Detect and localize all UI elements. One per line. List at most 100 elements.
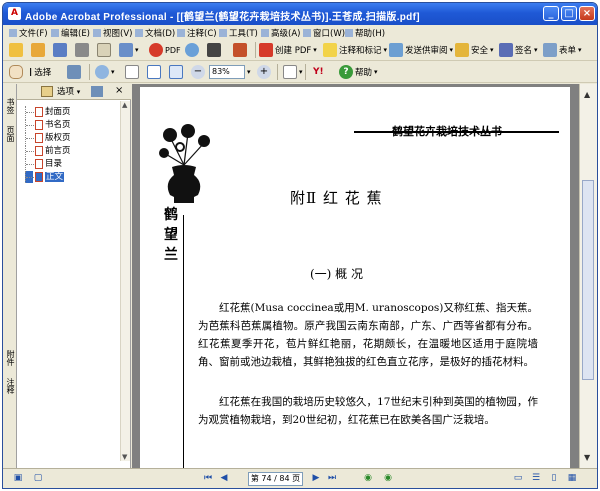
document-status-icon[interactable]: ▢: [31, 472, 45, 485]
menu-advanced[interactable]: 高级(A): [261, 27, 300, 39]
continuous-facing-icon[interactable]: ▦: [565, 472, 579, 485]
comment-markup-button[interactable]: 注释和标记 ▾: [323, 42, 387, 58]
dropdown-arrow-icon: ▾: [449, 46, 454, 54]
monitor-icon[interactable]: ▣: [11, 472, 25, 485]
organizer-button[interactable]: [31, 42, 47, 58]
zoom-tool-button[interactable]: ▾: [95, 64, 115, 80]
last-page-button[interactable]: ⏭: [325, 472, 339, 485]
scroll-thumb[interactable]: [582, 180, 594, 380]
send-review-button[interactable]: 发送供审阅 ▾: [389, 42, 453, 58]
rotate-button[interactable]: ▾: [283, 64, 303, 80]
previous-page-button[interactable]: ◀: [217, 472, 231, 485]
menu-icon: [345, 29, 353, 37]
export-icon: [233, 43, 247, 57]
document-scrollbar[interactable]: ▲ ▼: [579, 84, 597, 468]
fit-page-icon: [147, 65, 161, 79]
facing-icon[interactable]: ▯: [547, 472, 561, 485]
open-button[interactable]: [9, 42, 25, 58]
minimize-button[interactable]: _: [543, 6, 559, 21]
scroll-up-icon[interactable]: ▲: [584, 90, 590, 99]
email-button[interactable]: [97, 42, 113, 58]
scroll-up-icon[interactable]: ▲: [122, 101, 127, 109]
page-number-field[interactable]: 第 74 / 84 页: [248, 472, 303, 486]
save-button[interactable]: [53, 42, 69, 58]
next-view-button[interactable]: ◉: [381, 472, 395, 485]
form-icon: [543, 43, 557, 57]
navigation-toolbar: I 选择 ▾ − 83% ▾ + ▾ Y! ? 帮助 ▾: [3, 61, 597, 83]
bookmark-item-selected[interactable]: 正文: [21, 171, 121, 183]
menu-comments[interactable]: 注释(C): [177, 27, 217, 39]
dropdown-arrow-icon: ▾: [135, 46, 139, 54]
scroll-down-icon[interactable]: ▼: [122, 453, 127, 461]
create-pdf-from-web-button[interactable]: PDF: [149, 42, 181, 58]
menu-help[interactable]: 帮助(H): [345, 27, 385, 39]
menu-tools[interactable]: 工具(T): [219, 27, 258, 39]
menu-edit[interactable]: 编辑(E): [51, 27, 90, 39]
actual-size-button[interactable]: [125, 64, 141, 80]
zoom-dropdown[interactable]: ▾: [247, 64, 251, 80]
panel-tabs: 书签 页面 附件 注释: [3, 84, 17, 468]
menu-window[interactable]: 窗口(W): [303, 27, 345, 39]
bookmark-item[interactable]: 封面页: [21, 106, 121, 118]
fit-width-button[interactable]: [169, 64, 185, 80]
window-title: Adobe Acrobat Professional - [[鹤望兰(鹤望花卉栽…: [25, 12, 420, 23]
attach-button[interactable]: ▾: [119, 42, 139, 58]
menu-document[interactable]: 文档(D): [135, 27, 175, 39]
bookmark-item[interactable]: 前言页: [21, 145, 121, 157]
next-page-button[interactable]: ▶: [309, 472, 323, 485]
first-page-button[interactable]: ⏮: [201, 472, 215, 485]
close-panel-icon[interactable]: ×: [115, 85, 123, 96]
fit-page-button[interactable]: [147, 64, 163, 80]
scroll-down-icon[interactable]: ▼: [584, 453, 590, 462]
menu-icon: [51, 29, 59, 37]
plus-icon: +: [257, 65, 271, 79]
menu-file[interactable]: 文件(F): [9, 27, 48, 39]
tree-line: [25, 171, 34, 183]
bookmark-item[interactable]: 版权页: [21, 132, 121, 144]
dropdown-arrow-icon: ▾: [490, 46, 494, 54]
single-page-icon[interactable]: ▭: [511, 472, 525, 485]
zoom-field[interactable]: 83%: [209, 65, 245, 79]
zoom-in-button[interactable]: +: [257, 64, 273, 80]
previous-view-button[interactable]: ◉: [361, 472, 375, 485]
hand-tool-button[interactable]: [9, 64, 25, 80]
bookmark-icon: [35, 107, 43, 117]
floppy-icon: [53, 43, 67, 57]
export-button[interactable]: [233, 42, 249, 58]
acrobat-logo-icon: A: [8, 7, 21, 20]
maximize-button[interactable]: □: [561, 6, 577, 21]
dropdown-arrow-icon: ▾: [111, 68, 115, 76]
forms-button[interactable]: 表单 ▾: [543, 42, 582, 58]
help-button[interactable]: ? 帮助 ▾: [339, 64, 378, 80]
zoom-out-button[interactable]: −: [191, 64, 207, 80]
expand-bookmark-icon[interactable]: [91, 86, 103, 97]
print-button[interactable]: [75, 42, 91, 58]
bookmark-item[interactable]: 书名页: [21, 119, 121, 131]
snapshot-button[interactable]: [67, 64, 83, 80]
tab-bookmarks[interactable]: 书签: [4, 98, 16, 114]
dropdown-arrow-icon: ▾: [534, 46, 538, 54]
menu-label: 工具(T): [229, 29, 258, 39]
security-button[interactable]: 安全 ▾: [455, 42, 494, 58]
yahoo-icon: Y!: [313, 67, 324, 77]
sign-button[interactable]: 签名 ▾: [499, 42, 538, 58]
help-icon: ?: [339, 65, 353, 79]
tab-attachments[interactable]: 附件: [4, 350, 16, 366]
continuous-icon[interactable]: ☰: [529, 472, 543, 485]
bookmark-item[interactable]: 目录: [21, 158, 121, 170]
find-button[interactable]: [207, 42, 223, 58]
comment-markup-label: 注释和标记: [339, 46, 382, 56]
bookmark-options-icon[interactable]: [41, 86, 53, 97]
panel-scrollbar[interactable]: ▲ ▼: [120, 101, 130, 461]
actual-size-icon: [125, 65, 139, 79]
options-button[interactable]: 选项 ▾: [57, 85, 80, 97]
menu-label: 注释(C): [187, 29, 217, 39]
select-tool-button[interactable]: I 选择: [29, 64, 51, 80]
tab-comments[interactable]: 注释: [4, 378, 16, 394]
menu-view[interactable]: 视图(V): [93, 27, 132, 39]
close-button[interactable]: ×: [579, 6, 595, 21]
tab-pages[interactable]: 页面: [4, 126, 16, 142]
create-pdf-button[interactable]: 创建 PDF ▾: [259, 42, 317, 58]
search-button[interactable]: [185, 42, 201, 58]
yahoo-button[interactable]: Y!: [313, 64, 324, 80]
